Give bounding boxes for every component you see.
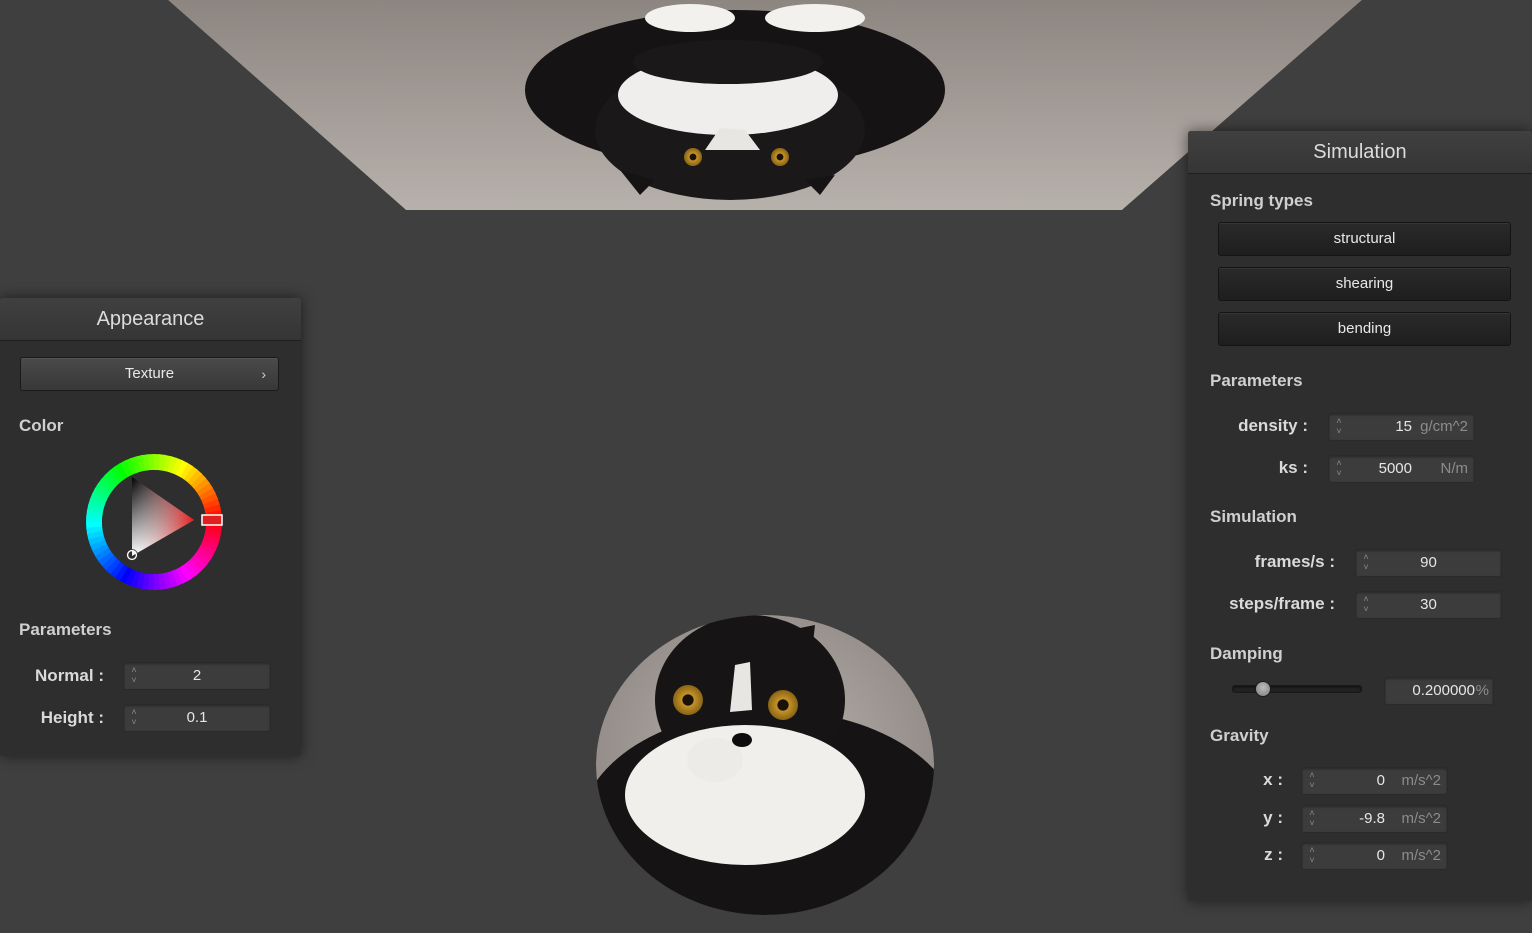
cloth-mesh	[168, 0, 1362, 210]
spinner-arrows-icon[interactable]: ˄ ˅	[1307, 770, 1317, 792]
ks-value: 5000	[1378, 460, 1412, 477]
frames-label: frames/s :	[1254, 552, 1335, 571]
structural-toggle[interactable]: structural	[1218, 222, 1511, 256]
spinner-arrows-icon[interactable]: ˄ ˅	[1307, 845, 1317, 867]
spring-types-label: Spring types	[1210, 191, 1313, 210]
damping-input[interactable]: 0.200000 %	[1384, 677, 1494, 705]
shearing-toggle[interactable]: shearing	[1218, 267, 1511, 301]
gravity-z-input[interactable]: ˄ ˅ 0 m/s^2	[1301, 842, 1448, 870]
gravity-x-value: 0	[1376, 772, 1385, 789]
density-label: density :	[1238, 416, 1308, 435]
texture-button-label: Texture	[124, 365, 175, 382]
gravity-z-unit: m/s^2	[1401, 847, 1441, 864]
damping-slider[interactable]	[1232, 685, 1362, 693]
gravity-z-value: 0	[1376, 847, 1385, 864]
steps-label: steps/frame :	[1229, 594, 1335, 613]
ks-unit: N/m	[1440, 460, 1469, 477]
color-section-label: Color	[19, 416, 64, 435]
hue-handle	[201, 514, 223, 526]
ks-input[interactable]: ˄ ˅ 5000 N/m	[1328, 455, 1475, 483]
damping-label: Damping	[1210, 644, 1283, 663]
sim-parameters-label: Parameters	[1210, 371, 1303, 390]
frames-value: 90	[1420, 554, 1437, 571]
density-unit: g/cm^2	[1420, 418, 1468, 435]
ks-label: ks :	[1278, 458, 1308, 477]
simulation-section-label: Simulation	[1210, 507, 1297, 526]
appearance-parameters-label: Parameters	[19, 620, 112, 639]
gravity-y-value: -9.8	[1359, 810, 1385, 827]
normal-value: 2	[192, 667, 202, 684]
color-wheel[interactable]	[74, 442, 234, 602]
height-input[interactable]: ˄ ˅ 0.1	[123, 704, 271, 732]
sphere-mesh	[596, 615, 934, 915]
appearance-panel-title: Appearance	[0, 298, 301, 341]
simulation-panel-title: Simulation	[1188, 131, 1532, 174]
gravity-x-unit: m/s^2	[1401, 772, 1441, 789]
height-label: Height :	[40, 708, 104, 727]
steps-input[interactable]: ˄ ˅ 30	[1355, 591, 1502, 619]
chevron-right-icon: ›	[261, 366, 266, 382]
gravity-x-label: x :	[1263, 770, 1283, 789]
appearance-panel: Appearance Texture › Color Parameters No…	[0, 298, 301, 756]
spinner-arrows-icon[interactable]: ˄ ˅	[1334, 416, 1344, 438]
texture-button[interactable]: Texture ›	[20, 357, 279, 391]
frames-input[interactable]: ˄ ˅ 90	[1355, 549, 1502, 577]
gravity-x-input[interactable]: ˄ ˅ 0 m/s^2	[1301, 767, 1448, 795]
spinner-arrows-icon[interactable]: ˄ ˅	[1334, 458, 1344, 480]
gravity-y-unit: m/s^2	[1401, 810, 1441, 827]
density-value: 15	[1395, 418, 1412, 435]
gravity-label: Gravity	[1210, 726, 1269, 745]
density-input[interactable]: ˄ ˅ 15 g/cm^2	[1328, 413, 1475, 441]
bending-toggle[interactable]: bending	[1218, 312, 1511, 346]
gravity-y-input[interactable]: ˄ ˅ -9.8 m/s^2	[1301, 805, 1448, 833]
damping-slider-handle[interactable]	[1254, 681, 1271, 697]
damping-value: 0.200000	[1412, 682, 1475, 699]
gravity-y-label: y :	[1263, 808, 1283, 827]
gravity-z-label: z :	[1264, 845, 1283, 864]
height-value: 0.1	[186, 709, 208, 726]
simulation-panel: Simulation Spring types structural shear…	[1188, 131, 1532, 901]
steps-value: 30	[1420, 596, 1437, 613]
spinner-arrows-icon[interactable]: ˄ ˅	[1307, 808, 1317, 830]
normal-input[interactable]: ˄ ˅ 2	[123, 662, 271, 690]
damping-unit: %	[1475, 682, 1489, 699]
normal-label: Normal :	[35, 666, 104, 685]
